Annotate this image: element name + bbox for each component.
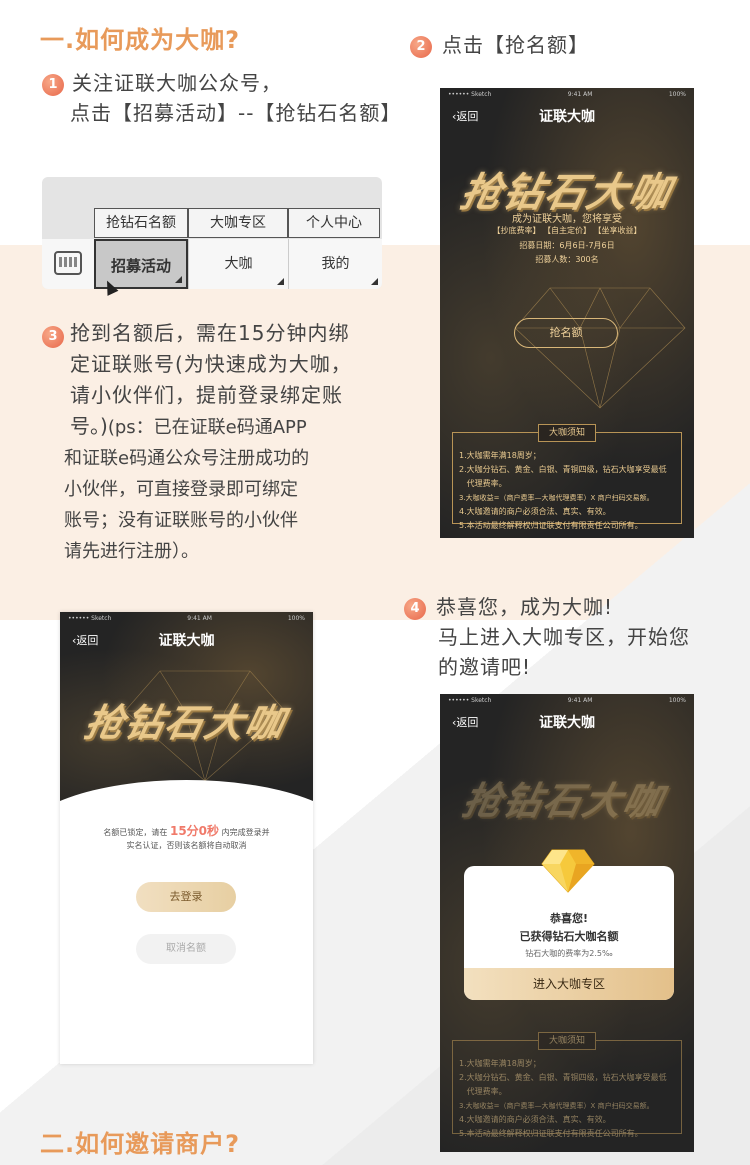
- clock: 9:41 AM: [567, 91, 593, 98]
- phone-grab-quota: •••••• Sketch 9:41 AM 100% ‹返回 证联大咖 抢钻石大…: [440, 88, 694, 538]
- phone-login-countdown: •••••• Sketch 9:41 AM 100% ‹返回 证联大咖 抢钻石大…: [60, 612, 313, 1064]
- menu-item-mine[interactable]: 我的: [288, 239, 382, 289]
- step-3-line: 小伙伴，可直接登录即可绑定: [64, 479, 298, 500]
- step-1-line2: 点击【招募活动】--【抢钻石名额】: [70, 101, 402, 125]
- submenu-indicator-icon: [277, 278, 284, 285]
- login-button[interactable]: 去登录: [136, 882, 236, 912]
- carrier: •••••• Sketch: [448, 91, 492, 98]
- menu-item-recruit-label: 招募活动: [110, 257, 171, 275]
- step-2-badge: 2: [410, 36, 432, 58]
- submenu-indicator-icon: [371, 278, 378, 285]
- locked-notice-line2: 实名认证，否则该名额将自动取消: [126, 841, 247, 850]
- menu-bar: 招募活动 大咖 我的: [42, 239, 382, 289]
- step-3-line: 请小伙伴们，提前登录绑定账: [70, 383, 343, 407]
- step-3-line: 定证联账号(为快速成为大咖，: [70, 352, 352, 376]
- step-3-line: 抢到名额后，需在15分钟内绑: [70, 321, 350, 345]
- menu-item-daka-label: 大咖: [224, 256, 253, 272]
- navbar: ‹返回 证联大咖: [60, 626, 313, 656]
- step-3-text: 抢到名额后，需在15分钟内绑 定证联账号(为快速成为大咖， 请小伙伴们，提前登录…: [64, 318, 390, 567]
- diamond-icon: [541, 849, 595, 893]
- rules-box: 大咖须知 1.大咖需年满18周岁； 2.大咖分钻石、黄金、白银、青铜四级，钻石大…: [452, 1032, 682, 1138]
- battery: 100%: [287, 615, 305, 622]
- submenu-popup: 抢钻石名额 大咖专区 个人中心: [94, 208, 380, 238]
- nav-title: 证联大咖: [539, 109, 595, 125]
- step-1-line1: 关注证联大咖公众号，: [72, 71, 282, 95]
- submenu-indicator-icon: [175, 276, 182, 283]
- section-title-invite: 二.如何邀请商户?: [40, 1130, 241, 1158]
- benefits: 【抄底费率】 【自主定价】 【坐享收益】: [492, 226, 642, 235]
- rule-line: 代理费率。: [459, 1087, 507, 1096]
- congrats-text: 恭喜您!: [549, 912, 589, 925]
- rule-line: 4.大咖邀请的商户必须合法、真实、有效。: [459, 507, 611, 516]
- rule-line: 1.大咖需年满18周岁；: [459, 451, 541, 460]
- step-4-line2: 马上进入大咖专区，开始您: [438, 625, 690, 649]
- phone-success: •••••• Sketch 9:41 AM 100% ‹返回 证联大咖 抢钻石大…: [440, 694, 694, 1152]
- menu-item-daka[interactable]: 大咖: [188, 239, 288, 289]
- headline-calligraphy: 抢钻石大咖: [458, 778, 669, 823]
- rule-line: 1.大咖需年满18周岁；: [459, 1059, 541, 1068]
- enter-zone-button[interactable]: 进入大咖专区: [464, 968, 674, 1000]
- rule-line: 代理费率。: [459, 479, 507, 488]
- step-3-line: 号。)(ps：已在证联e码通APP: [70, 411, 390, 443]
- rate-text: 钻石大咖的费率为2.5‰: [525, 949, 613, 958]
- keyboard-icon[interactable]: [54, 251, 82, 275]
- rule-line: 5.本活动最终解释权归证联支付有限责任公司所有。: [459, 521, 643, 530]
- wechat-menu-mock: 抢钻石名额 大咖专区 个人中心 招募活动 大咖 我的: [42, 177, 382, 289]
- step-3-line: 和证联e码通公众号注册成功的: [64, 448, 310, 469]
- section-title-become: 一.如何成为大咖?: [40, 26, 241, 54]
- submenu-item-daka-zone[interactable]: 大咖专区: [188, 208, 288, 238]
- subtitle: 成为证联大咖，您将享受: [512, 214, 622, 225]
- clock: 9:41 AM: [187, 615, 212, 622]
- countdown-timer: 15分0秒: [169, 824, 220, 838]
- submenu-item-personal-center[interactable]: 个人中心: [288, 208, 380, 238]
- step-1-text: 关注证联大咖公众号， 点击【招募活动】--【抢钻石名额】: [70, 68, 402, 128]
- battery: 100%: [668, 697, 686, 704]
- rules-box: 大咖须知 1.大咖需年满18周岁； 2.大咖分钻石、黄金、白银、青铜四级，钻石大…: [452, 424, 682, 530]
- nav-title: 证联大咖: [539, 715, 595, 731]
- menu-item-mine-label: 我的: [321, 256, 350, 272]
- carrier: •••••• Sketch: [68, 615, 112, 622]
- rule-line: 3.大咖收益=（商户费率—大咖代理费率）X 商户扫码交易额。: [459, 494, 654, 502]
- step-3-line: 账号；没有证联账号的小伙伴: [64, 510, 298, 531]
- rule-line: 4.大咖邀请的商户必须合法、真实、有效。: [459, 1115, 611, 1124]
- step-3-line: 请先进行注册）。: [64, 541, 199, 562]
- status-bar: •••••• Sketch 9:41 AM 100%: [440, 694, 694, 708]
- rule-line: 2.大咖分钻石、黄金、白银、青铜四级，钻石大咖享受最低: [459, 1073, 667, 1082]
- status-bar: •••••• Sketch 9:41 AM 100%: [60, 612, 313, 626]
- navbar: ‹返回 证联大咖: [440, 708, 694, 738]
- status-bar: •••••• Sketch 9:41 AM 100%: [440, 88, 694, 102]
- clock: 9:41 AM: [567, 697, 593, 704]
- obtained-text: 已获得钻石大咖名额: [519, 930, 619, 943]
- rules-title: 大咖须知: [537, 424, 597, 442]
- step-4-text: 恭喜您，成为大咖! 马上进入大咖专区，开始您 的邀请吧!: [436, 592, 690, 682]
- carrier: •••••• Sketch: [448, 697, 492, 704]
- step-2-text: 点击【抢名额】: [442, 33, 589, 57]
- recruit-count: 招募人数：300名: [535, 255, 599, 264]
- rule-line: 5.本活动最终解释权归证联支付有限责任公司所有。: [459, 1129, 643, 1138]
- step-4-badge: 4: [404, 598, 426, 620]
- nav-title: 证联大咖: [158, 633, 215, 649]
- navbar: ‹返回 证联大咖: [440, 102, 694, 132]
- step-4-line3: 的邀请吧!: [438, 655, 532, 679]
- step-3-ps: (ps：已在证联e码通APP: [107, 417, 307, 438]
- step-3-badge: 3: [42, 326, 64, 348]
- grab-quota-button[interactable]: 抢名额: [514, 318, 618, 348]
- step-4-line1: 恭喜您，成为大咖!: [436, 595, 614, 619]
- rule-line: 3.大咖收益=（商户费率—大咖代理费率）X 商户扫码交易额。: [459, 1102, 654, 1110]
- headline-calligraphy: 抢钻石大咖: [80, 700, 291, 745]
- step-3-line-end: 号。): [70, 414, 108, 438]
- submenu-item-grab-diamond[interactable]: 抢钻石名额: [94, 208, 188, 238]
- step-1-badge: 1: [42, 74, 64, 96]
- cancel-quota-button[interactable]: 取消名额: [136, 934, 236, 964]
- rule-line: 2.大咖分钻石、黄金、白银、青铜四级，钻石大咖享受最低: [459, 465, 667, 474]
- rules-title: 大咖须知: [537, 1032, 597, 1050]
- battery: 100%: [668, 91, 686, 98]
- locked-notice: 名额已锁定，请在 15分0秒 内完成登录并: [103, 824, 270, 838]
- recruit-date: 招募日期：6月6日-7月6日: [519, 241, 615, 250]
